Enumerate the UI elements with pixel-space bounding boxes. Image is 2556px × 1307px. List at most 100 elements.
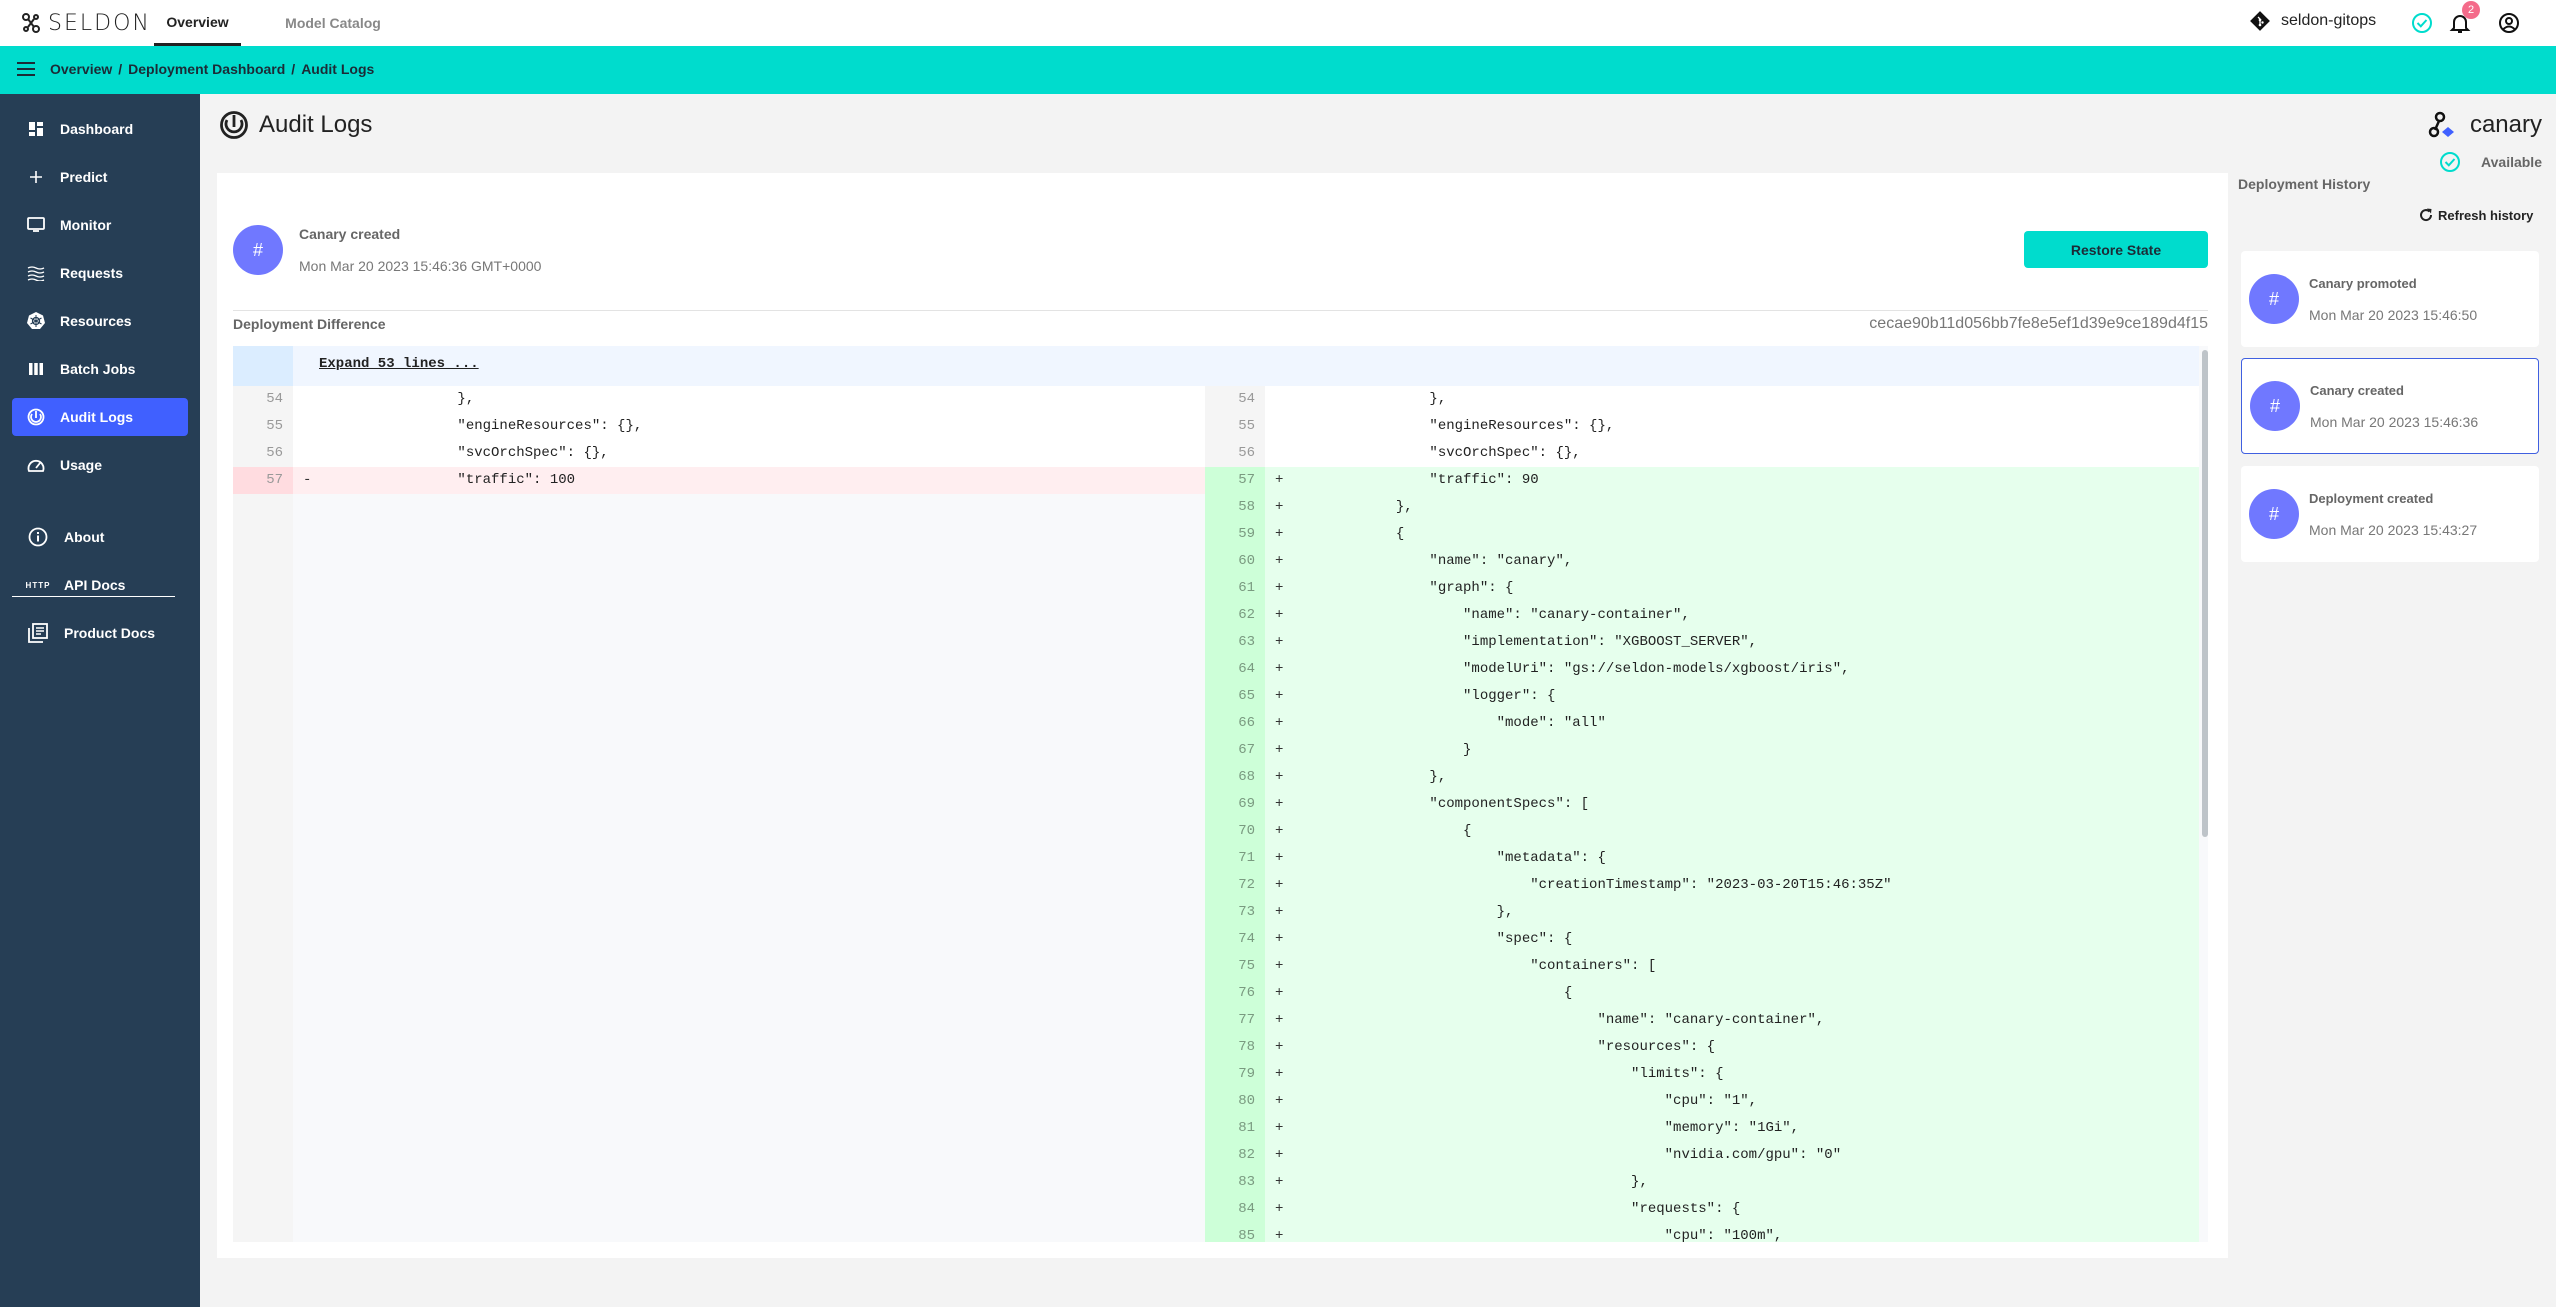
breadcrumb-separator: / (118, 61, 123, 77)
breadcrumb-deployment-dashboard[interactable]: Deployment Dashboard (128, 61, 285, 77)
breadcrumb: Overview / Deployment Dashboard / Audit … (50, 61, 374, 77)
page-title: Audit Logs (219, 110, 372, 140)
deployment-icon (2428, 111, 2454, 138)
added-marker: + (1275, 553, 1284, 569)
line-number: 54 (1205, 386, 1265, 413)
sidebar-item-dashboard[interactable]: Dashboard (12, 110, 188, 148)
sidebar-item-about[interactable]: About (12, 518, 188, 556)
right-diff-row-add: 84 + "requests": { (1205, 1196, 2199, 1223)
line-number: 56 (233, 440, 293, 467)
line-number: 63 (1205, 629, 1265, 656)
sidebar-item-batch-jobs[interactable]: Batch Jobs (12, 350, 188, 388)
page-title-text: Audit Logs (259, 111, 373, 138)
code-line: } (1295, 742, 1472, 758)
sidebar-item-predict[interactable]: Predict (12, 158, 188, 196)
breadcrumb-separator: / (291, 61, 296, 77)
check-circle-icon (2440, 152, 2461, 172)
deployment-name-text: canary (2469, 111, 2542, 138)
added-marker: + (1275, 1012, 1284, 1028)
added-marker: + (1275, 1228, 1284, 1242)
check-circle-icon (2412, 13, 2432, 33)
history-avatar: # (2249, 489, 2299, 539)
line-number: 71 (1205, 845, 1265, 872)
status-check-button[interactable] (2408, 9, 2436, 37)
radar-icon (12, 408, 60, 426)
code-line: }, (1295, 499, 1413, 515)
right-diff-row-add: 81 + "memory": "1Gi", (1205, 1115, 2199, 1142)
code-line: "mode": "all" (1295, 715, 1606, 731)
right-diff-row-add: 64 + "modelUri": "gs://seldon-models/xgbo… (1205, 656, 2199, 683)
diff-scrollbar[interactable] (2202, 350, 2208, 837)
line-number: 65 (1205, 683, 1265, 710)
sidebar-item-label: Predict (60, 169, 108, 185)
docs-icon (12, 623, 64, 643)
added-marker: + (1275, 1147, 1284, 1163)
event-title: Canary created (299, 226, 401, 242)
code-line: "limits": { (1295, 1066, 1724, 1082)
added-marker: + (1275, 472, 1284, 488)
sidebar-item-audit-logs[interactable]: Audit Logs (12, 398, 188, 436)
sidebar-item-resources[interactable]: Resources (12, 302, 188, 340)
nav-tab-model-catalog[interactable]: Model Catalog (270, 0, 396, 46)
history-item-title: Canary promoted (2309, 275, 2417, 291)
line-number: 64 (1205, 656, 1265, 683)
seldon-logo[interactable]: SELDON (20, 8, 151, 38)
added-marker: + (1275, 607, 1284, 623)
right-diff-row-add: 74 + "spec": { (1205, 926, 2199, 953)
line-number: 55 (233, 413, 293, 440)
sidebar-item-usage[interactable]: Usage (12, 446, 188, 484)
expand-lines-link[interactable]: Expand 53 lines ... (319, 356, 479, 372)
right-diff-row-add: 58 + }, (1205, 494, 2199, 521)
history-item-timestamp: Mon Mar 20 2023 15:46:50 (2309, 306, 2478, 323)
account-button[interactable] (2495, 9, 2523, 37)
line-number: 66 (1205, 710, 1265, 737)
right-diff-row-add: 67 + } (1205, 737, 2199, 764)
left-diff-row-ctx: 56 "svcOrchSpec": {}, (233, 440, 1205, 467)
code-line: { (1295, 985, 1573, 1001)
added-marker: + (1275, 526, 1284, 542)
right-diff-row-add: 73 + }, (1205, 899, 2199, 926)
right-diff-row-add: 61 + "graph": { (1205, 575, 2199, 602)
nav-tab-overview[interactable]: Overview (154, 0, 241, 46)
right-diff-row-add: 76 + { (1205, 980, 2199, 1007)
refresh-history-button[interactable]: Refresh history (2418, 207, 2533, 223)
history-item[interactable]: # Deployment created Mon Mar 20 2023 15:… (2241, 466, 2539, 562)
sidebar-item-product-docs[interactable]: Product Docs (12, 614, 188, 652)
line-number: 69 (1205, 791, 1265, 818)
code-line: "traffic": 100 (323, 472, 576, 488)
added-marker: + (1275, 1039, 1284, 1055)
line-number: 83 (1205, 1169, 1265, 1196)
account-circle-icon (2499, 13, 2519, 33)
added-marker: + (1275, 823, 1284, 839)
dashboard-icon (12, 121, 60, 137)
right-diff-row-add: 62 + "name": "canary-container", (1205, 602, 2199, 629)
refresh-icon (2420, 208, 2433, 222)
sidebar: Dashboard Predict Monitor Requests Resou… (0, 94, 200, 1307)
left-diff-row-del: 57- "traffic": 100 (233, 467, 1205, 494)
radar-icon (220, 111, 248, 139)
restore-state-button[interactable]: Restore State (2024, 231, 2208, 268)
code-line: "cpu": "1", (1295, 1093, 1758, 1109)
diff-left-pane: 54 }, 55 "engineResources": {}, 56 "svcOrc… (233, 386, 1205, 1242)
line-number: 75 (1205, 953, 1265, 980)
code-line: "traffic": 90 (1295, 472, 1539, 488)
refresh-history-label: Refresh history (2438, 207, 2534, 223)
history-item-title: Deployment created (2309, 490, 2434, 506)
monitor-icon (12, 217, 60, 233)
history-item[interactable]: # Canary promoted Mon Mar 20 2023 15:46:… (2241, 251, 2539, 347)
breadcrumb-overview[interactable]: Overview (50, 61, 112, 77)
line-number: 55 (1205, 413, 1265, 440)
sidebar-item-label: Requests (60, 265, 124, 281)
right-diff-row-add: 69 + "componentSpecs": [ (1205, 791, 2199, 818)
sidebar-item-requests[interactable]: Requests (12, 254, 188, 292)
namespace-selector[interactable]: seldon-gitops (2249, 10, 2376, 32)
sidebar-item-api-docs[interactable]: HTTP API Docs (12, 566, 188, 604)
logo-text: SELDON (48, 10, 151, 36)
code-line: "svcOrchSpec": {}, (323, 445, 609, 461)
right-diff-row-add: 59 + { (1205, 521, 2199, 548)
menu-icon[interactable] (17, 62, 35, 76)
sidebar-item-monitor[interactable]: Monitor (12, 206, 188, 244)
history-item-selected[interactable]: # Canary created Mon Mar 20 2023 15:46:3… (2241, 358, 2539, 454)
line-number: 76 (1205, 980, 1265, 1007)
right-diff-row-add: 72 + "creationTimestamp": "2023-03-20T15:… (1205, 872, 2199, 899)
